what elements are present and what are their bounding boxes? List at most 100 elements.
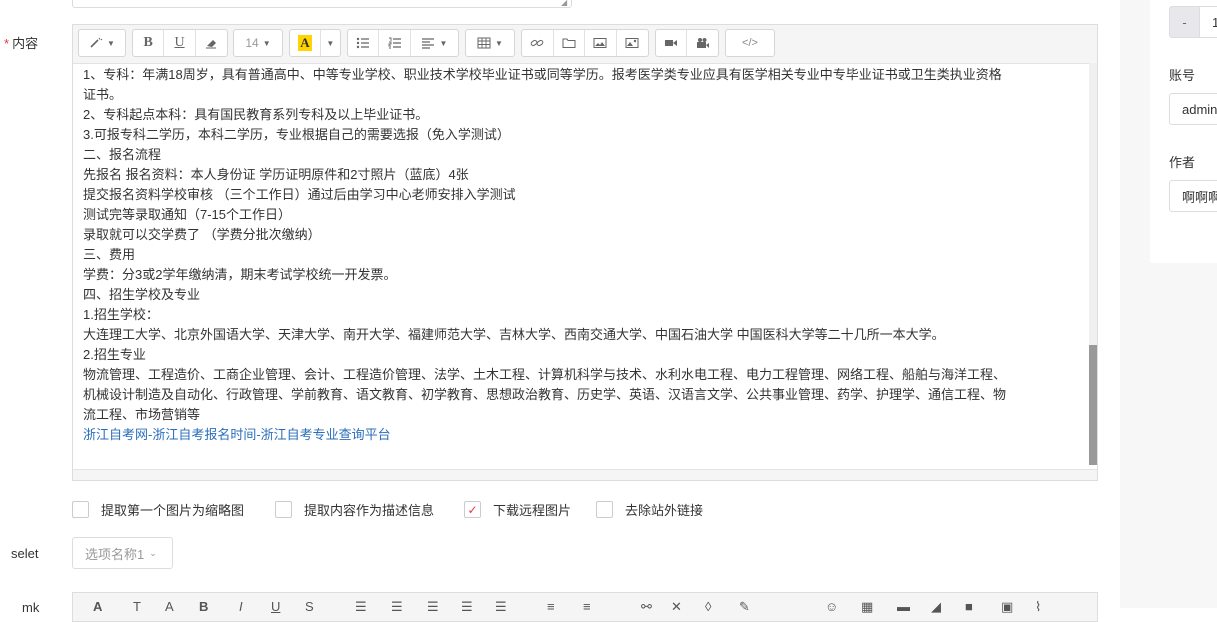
chevron-down-icon: ▼ <box>262 38 271 48</box>
video-camera-icon <box>665 40 677 46</box>
magic-wand-icon <box>90 37 103 48</box>
chevron-down-icon: ▼ <box>439 38 448 48</box>
folder-icon[interactable]: ▬ <box>897 599 910 614</box>
insert-group <box>521 29 649 57</box>
align-center-icon[interactable]: ☰ <box>391 599 403 615</box>
account-label: 账号 <box>1169 68 1196 83</box>
underline-icon[interactable]: U <box>271 599 280 614</box>
content-line: 3.可报专科二学历，本科二学历，专业根据自己的需要选报（免入学测试） <box>83 127 510 142</box>
previous-textarea[interactable]: ◢ <box>72 0 572 8</box>
align-left-icon <box>422 38 435 49</box>
eraser-icon <box>206 40 217 49</box>
gallery-icon[interactable]: ▣ <box>1001 599 1013 615</box>
checkbox-checked[interactable]: ✓ <box>464 501 481 518</box>
option-thumbnail[interactable]: 提取第一个图片为缩略图 <box>72 500 244 519</box>
content-line: 机械设计制造及自动化、行政管理、学前教育、语文教育、初学教育、思想政治教育、历史… <box>83 387 1007 402</box>
content-line: 大连理工大学、北京外国语大学、天津大学、南开大学、福建师范大学、吉林大学、西南交… <box>83 327 945 342</box>
second-editor-toolbar: A T A B I U S ☰ ☰ ☰ ☰ ☰ ≡ ≡ ⚯ ✕ ◊ ✎ ☺ ▦ … <box>72 592 1098 622</box>
number-input[interactable]: 1 <box>1199 6 1217 38</box>
editor-status-bar[interactable] <box>73 469 1097 480</box>
bold-icon[interactable]: B <box>199 599 208 614</box>
editor-scrollbar-thumb[interactable] <box>1089 345 1097 465</box>
numbered-list-icon <box>388 37 401 49</box>
source-code-button[interactable]: </> <box>726 30 774 56</box>
checkbox[interactable] <box>275 501 292 518</box>
option-download-images[interactable]: ✓ 下载远程图片 <box>464 500 571 519</box>
style-dropdown-button[interactable]: ▼ <box>79 30 125 56</box>
font-color-button[interactable]: A <box>290 30 321 56</box>
italic-icon[interactable]: I <box>239 599 243 614</box>
number-minus-button[interactable]: - <box>1169 6 1199 38</box>
checkmark-icon: ✓ <box>467 502 478 517</box>
align-right-icon[interactable]: ☰ <box>427 599 439 615</box>
link-button[interactable] <box>522 30 554 56</box>
numbered-list-icon[interactable]: ≡ <box>547 599 555 614</box>
resize-grip-icon[interactable]: ◢ <box>561 0 569 7</box>
code-icon: </> <box>742 37 758 49</box>
content-line: 学费：分3或2学年缴纳清，期末考试学校统一开发票。 <box>83 267 397 282</box>
video-icon[interactable]: ■ <box>965 599 973 614</box>
format-painter-icon[interactable]: ✎ <box>739 599 750 615</box>
option-remove-external-links[interactable]: 去除站外链接 <box>596 500 703 519</box>
option-label: 去除站外链接 <box>625 503 704 518</box>
option-label: 提取第一个图片为缩略图 <box>101 503 245 518</box>
strikethrough-icon[interactable]: S <box>305 599 314 614</box>
content-line: 证书。 <box>83 87 123 102</box>
account-input[interactable]: admin <box>1169 93 1217 125</box>
required-star: * <box>4 36 10 51</box>
text-icon[interactable]: T <box>133 599 141 614</box>
image-button[interactable] <box>585 30 617 56</box>
link-icon[interactable]: ⚯ <box>641 599 652 615</box>
checkbox[interactable] <box>72 501 89 518</box>
bold-button[interactable]: B <box>133 30 165 56</box>
bullet-list-button[interactable] <box>348 30 380 56</box>
code-group: </> <box>725 29 775 57</box>
highlight-icon[interactable]: A <box>165 599 174 614</box>
option-label: 下载远程图片 <box>493 503 572 518</box>
multi-image-button[interactable] <box>617 30 648 56</box>
content-label: * 内容 <box>4 33 38 52</box>
content-line: 三、费用 <box>83 247 136 262</box>
table-icon[interactable]: ▦ <box>861 599 873 615</box>
option-label: 提取内容作为描述信息 <box>304 503 435 518</box>
multi-video-button[interactable] <box>687 30 718 56</box>
font-color-dropdown[interactable]: ▼ <box>321 30 340 56</box>
content-link[interactable]: 浙江自考网-浙江自考报名时间-浙江自考专业查询平台 <box>83 427 391 442</box>
attachment-icon[interactable]: ⌇ <box>1035 599 1041 615</box>
bullet-list-icon[interactable]: ≡ <box>583 599 591 614</box>
chevron-down-icon: ⌄ <box>149 547 157 558</box>
align-left-icon[interactable]: ☰ <box>355 599 367 615</box>
indent-icon[interactable]: ☰ <box>495 599 507 615</box>
selet-dropdown[interactable]: 选项名称1 ⌄ <box>72 537 173 569</box>
align-dropdown[interactable]: ▼ <box>411 30 458 56</box>
editor-content[interactable]: 1、专科：年满18周岁，具有普通高中、中等专业学校、职业技术学校毕业证书或同等学… <box>83 65 1083 465</box>
font-icon[interactable]: A <box>93 599 102 614</box>
content-line: 浙江自考网-浙江自考报名时间-浙江自考专业查询平台 <box>83 425 1083 445</box>
link-icon <box>530 39 544 47</box>
table-icon <box>477 37 491 49</box>
right-panel-bottom <box>1150 263 1217 608</box>
content-line: 2.招生专业 <box>83 347 146 362</box>
author-input[interactable]: 啊啊啊 <box>1169 180 1217 212</box>
selet-label: selet <box>11 546 39 561</box>
underline-button[interactable]: U <box>164 30 196 56</box>
chevron-down-icon: ▼ <box>495 38 503 48</box>
option-description[interactable]: 提取内容作为描述信息 <box>275 500 434 519</box>
folder-button[interactable] <box>554 30 585 56</box>
image-icon[interactable]: ◢ <box>931 599 941 615</box>
numbered-list-button[interactable] <box>379 30 411 56</box>
paragraph-group: ▼ <box>347 29 459 57</box>
font-size-dropdown[interactable]: 14 ▼ <box>234 30 282 56</box>
eraser-button[interactable] <box>196 30 227 56</box>
eraser-icon[interactable]: ◊ <box>705 599 711 614</box>
editor-toolbar: ▼ B U 14 ▼ A ▼ ▼ ▼ </> <box>73 25 1097 64</box>
align-justify-icon[interactable]: ☰ <box>461 599 473 615</box>
style-group: ▼ <box>78 29 126 57</box>
emoji-icon[interactable]: ☺ <box>825 599 838 614</box>
unlink-icon[interactable]: ✕ <box>671 599 682 615</box>
chevron-down-icon: ▼ <box>326 38 335 48</box>
checkbox[interactable] <box>596 501 613 518</box>
content-line: 流工程、市场营销等 <box>83 407 201 422</box>
video-button[interactable] <box>656 30 688 56</box>
table-dropdown[interactable]: ▼ <box>466 30 514 56</box>
